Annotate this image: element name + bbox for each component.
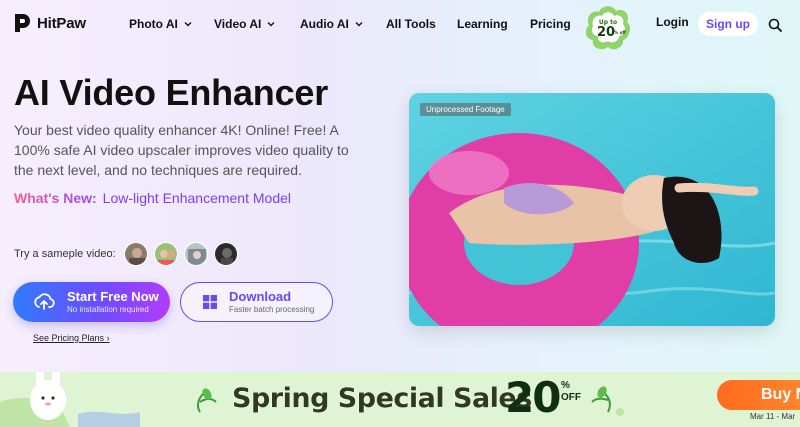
nav-video-ai[interactable]: Video AI bbox=[214, 17, 275, 31]
nav-audio-ai-label: Audio AI bbox=[300, 17, 349, 31]
spring-sale-banner[interactable]: Spring Special Sales 20 % OFF Buy N Mar … bbox=[0, 372, 800, 427]
video-preview[interactable]: Unprocessed Footage bbox=[409, 93, 775, 326]
chevron-down-icon bbox=[355, 22, 363, 27]
nav-all-tools[interactable]: All Tools bbox=[386, 17, 436, 31]
start-free-now-subtitle: No installation required bbox=[67, 304, 149, 314]
top-nav: HitPaw Photo AI Video AI Audio AI All To… bbox=[0, 0, 800, 50]
signup-button[interactable]: Sign up bbox=[698, 12, 758, 36]
sample-video-thumb[interactable] bbox=[183, 242, 208, 266]
banner-percent: 20 bbox=[505, 373, 561, 422]
search-icon[interactable] bbox=[768, 18, 782, 32]
whats-new-text: Low-light Enhancement Model bbox=[102, 190, 292, 206]
hero-description: Your best video quality enhancer 4K! Onl… bbox=[14, 122, 349, 178]
promo-badge-unit: % off bbox=[614, 30, 626, 35]
hitpaw-logo-icon bbox=[15, 14, 30, 32]
brand-logo[interactable]: HitPaw bbox=[12, 12, 86, 34]
page-title: AI Video Enhancer bbox=[14, 72, 329, 113]
see-pricing-plans-link[interactable]: See Pricing Plans › bbox=[33, 333, 110, 343]
see-pricing-plans-label: See Pricing Plans bbox=[33, 333, 105, 343]
nav-pricing-label: Pricing bbox=[530, 17, 571, 31]
media-tag: Unprocessed Footage bbox=[420, 103, 511, 116]
banner-off-label: OFF bbox=[561, 392, 581, 403]
nav-all-tools-label: All Tools bbox=[386, 17, 436, 31]
login-link[interactable]: Login bbox=[656, 15, 689, 29]
nav-audio-ai[interactable]: Audio AI bbox=[300, 17, 363, 31]
sample-video-thumb[interactable] bbox=[123, 242, 148, 266]
download-button[interactable]: Download Faster batch processing bbox=[180, 282, 333, 322]
banner-off: % OFF bbox=[561, 380, 581, 404]
start-free-now-label: Start Free Now bbox=[67, 288, 159, 304]
preview-image bbox=[409, 93, 775, 326]
chevron-down-icon bbox=[184, 22, 192, 27]
nav-learning[interactable]: Learning bbox=[457, 17, 508, 31]
buy-now-button[interactable]: Buy N bbox=[717, 380, 800, 410]
sample-video-row: Try a sameple video: bbox=[14, 242, 238, 266]
nav-photo-ai-label: Photo AI bbox=[129, 17, 178, 31]
chevron-right-icon: › bbox=[106, 333, 110, 343]
sample-video-label: Try a sameple video: bbox=[14, 248, 116, 260]
upload-icon bbox=[34, 293, 55, 310]
download-subtitle: Faster batch processing bbox=[229, 304, 315, 314]
sample-video-thumb[interactable] bbox=[213, 242, 238, 266]
windows-icon bbox=[203, 295, 217, 309]
nav-learning-label: Learning bbox=[457, 17, 508, 31]
banner-off-percent: % bbox=[561, 380, 570, 391]
download-label: Download bbox=[229, 288, 292, 304]
promo-badge-value: 20 bbox=[597, 25, 615, 40]
nav-pricing[interactable]: Pricing bbox=[530, 17, 571, 31]
nav-photo-ai[interactable]: Photo AI bbox=[129, 17, 192, 31]
whats-new[interactable]: What's New: Low-light Enhancement Model bbox=[14, 190, 291, 206]
banner-date: Mar 11 - Mar bbox=[750, 412, 796, 421]
banner-title: Spring Special Sales bbox=[232, 383, 533, 415]
sample-video-thumb[interactable] bbox=[153, 242, 178, 266]
whats-new-label: What's New: bbox=[14, 190, 97, 206]
start-free-now-button[interactable]: Start Free Now No installation required bbox=[13, 282, 170, 322]
promo-discount-badge[interactable]: Up to 20 % off bbox=[583, 3, 633, 53]
brand-name: HitPaw bbox=[37, 14, 86, 32]
chevron-down-icon bbox=[267, 22, 275, 27]
nav-video-ai-label: Video AI bbox=[214, 17, 262, 31]
